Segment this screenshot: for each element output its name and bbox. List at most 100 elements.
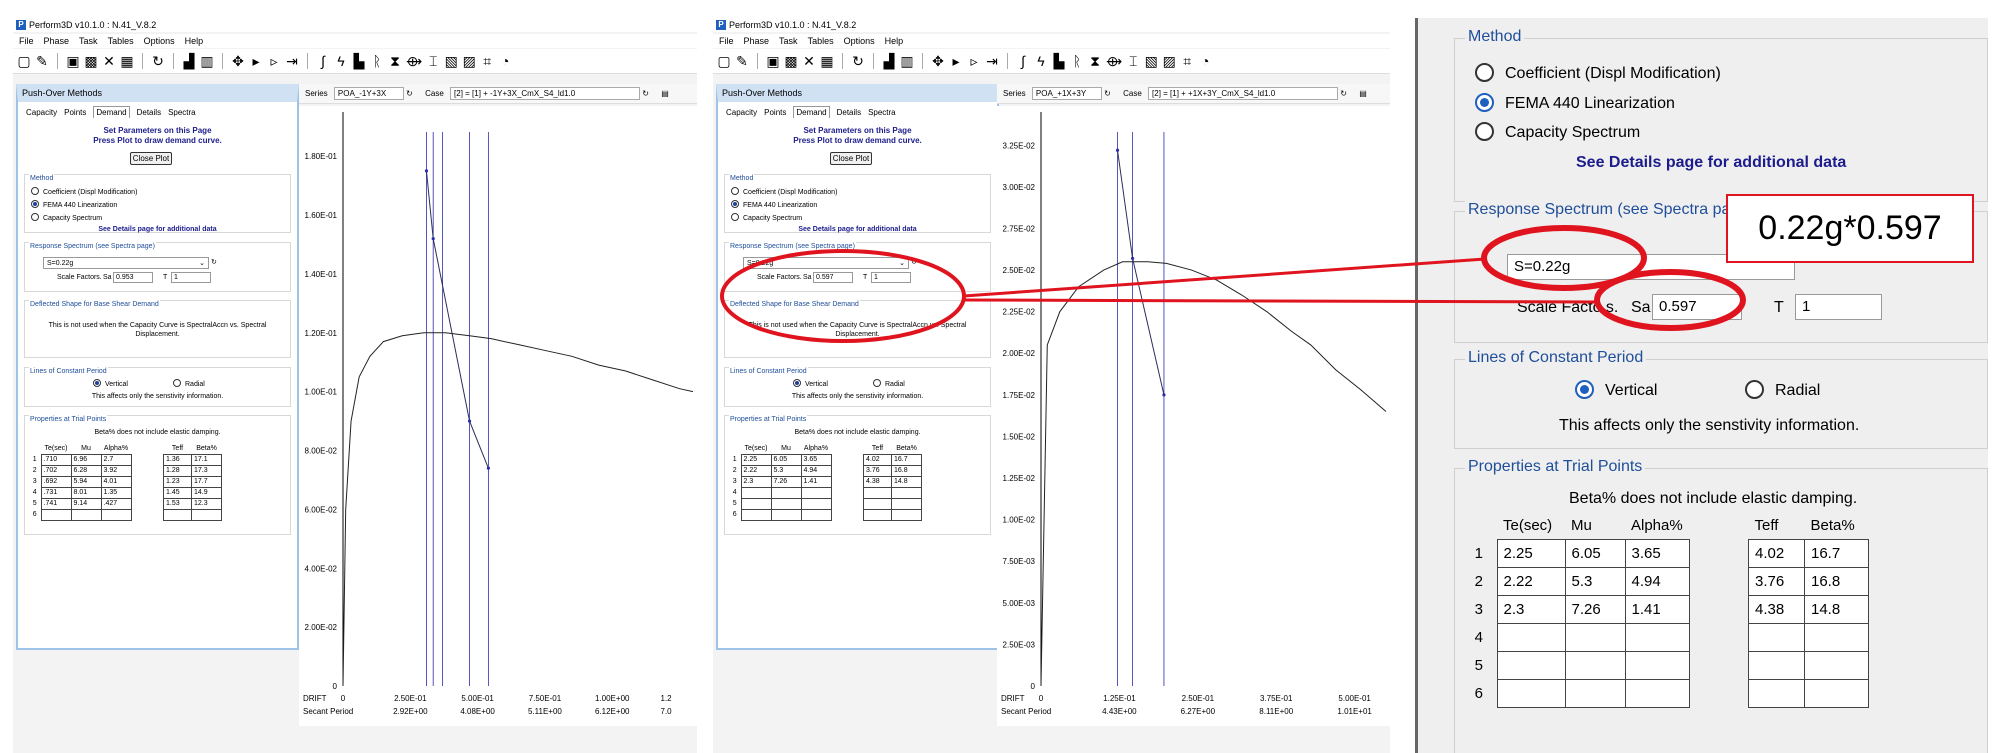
zoom-method-capacity-spectrum[interactable]: Capacity Spectrum — [1475, 122, 1640, 143]
hinge-icon[interactable]: ᚱ — [370, 51, 384, 71]
table-cell[interactable]: 17.7 — [191, 475, 222, 488]
radio-vertical[interactable] — [93, 379, 101, 387]
table-cell[interactable]: 1.36 — [163, 453, 192, 466]
table-cell[interactable]: 16.8 — [1804, 566, 1869, 596]
frame-icon[interactable]: ▥ — [900, 51, 914, 71]
clock-icon[interactable]: ◔ — [1198, 51, 1212, 71]
method-fema440[interactable]: FEMA 440 Linearization — [31, 200, 117, 210]
menu-file[interactable]: File — [19, 36, 34, 46]
table-cell[interactable] — [740, 486, 772, 499]
table-cell[interactable] — [1804, 678, 1869, 708]
series-select[interactable]: POA_+1X+3Y — [1031, 87, 1102, 101]
spectrum-select[interactable]: S=0.22g ⌄ — [43, 257, 209, 269]
table-cell[interactable]: 3.76 — [863, 464, 892, 477]
refresh-icon[interactable]: ↻ — [406, 89, 413, 98]
grid-icon[interactable]: ▦ — [820, 51, 834, 71]
zoom-radio-vertical[interactable] — [1575, 380, 1594, 399]
step-icon[interactable]: ▹ — [267, 51, 281, 71]
table-cell[interactable]: 4.94 — [1624, 566, 1690, 596]
table-cell[interactable] — [1496, 622, 1566, 652]
table-cell[interactable] — [1624, 622, 1690, 652]
close-plot-button[interactable]: Close Plot — [830, 152, 872, 165]
play-icon[interactable]: ▸ — [949, 51, 963, 71]
table-cell[interactable]: 2.25 — [1496, 538, 1566, 568]
lightning-icon[interactable]: ϟ — [1034, 51, 1048, 71]
chart-icon[interactable]: ▟ — [882, 51, 896, 71]
table-cell[interactable] — [1624, 650, 1690, 680]
new-icon[interactable]: ▢ — [17, 51, 31, 71]
refresh-icon[interactable]: ↻ — [151, 51, 165, 71]
table-cell[interactable]: 6.05 — [1564, 538, 1626, 568]
table-cell[interactable]: 3.76 — [1748, 566, 1805, 596]
zoom-radio-radial[interactable] — [1745, 380, 1764, 399]
table-cell[interactable] — [1496, 678, 1566, 708]
tab-spectra[interactable]: Spectra — [868, 108, 896, 117]
close-icon[interactable]: ✕ — [802, 51, 816, 71]
save-as-icon[interactable]: ▩ — [84, 51, 98, 71]
t-input[interactable]: 1 — [871, 272, 911, 283]
menu-tables[interactable]: Tables — [108, 36, 134, 46]
table-cell[interactable]: 5.3 — [770, 464, 802, 477]
table-cell[interactable] — [40, 508, 72, 521]
tab-capacity[interactable]: Capacity — [726, 108, 757, 117]
move-icon[interactable]: ✥ — [231, 51, 245, 71]
zoom-t-input[interactable]: 1 — [1795, 294, 1882, 320]
table-cell[interactable]: 7.26 — [770, 475, 802, 488]
zoom-line-vertical[interactable]: Vertical — [1575, 380, 1657, 401]
step-icon[interactable]: ▹ — [967, 51, 981, 71]
radio-radial[interactable] — [873, 379, 881, 387]
table-cell[interactable] — [1624, 678, 1690, 708]
table-cell[interactable] — [1748, 678, 1805, 708]
table-cell[interactable] — [800, 486, 832, 499]
grid-icon[interactable]: ▦ — [120, 51, 134, 71]
table-cell[interactable] — [191, 508, 222, 521]
zoom-radio-capacity-spectrum[interactable] — [1475, 122, 1494, 141]
frame-icon[interactable]: ▥ — [200, 51, 214, 71]
tab-details[interactable]: Details — [137, 108, 161, 117]
table-cell[interactable]: 1.53 — [163, 497, 192, 510]
radio-vertical[interactable] — [793, 379, 801, 387]
line-radial[interactable]: Radial — [173, 379, 205, 389]
spectrum-select[interactable]: S=0.22g ⌄ — [743, 257, 909, 269]
table-cell[interactable] — [800, 508, 832, 521]
menu-task[interactable]: Task — [79, 36, 98, 46]
table-cell[interactable] — [1748, 650, 1805, 680]
table-cell[interactable]: 1.28 — [163, 464, 192, 477]
table-cell[interactable] — [740, 497, 772, 510]
open-icon[interactable]: ✎ — [35, 51, 49, 71]
table-cell[interactable] — [740, 508, 772, 521]
table-cell[interactable]: 2.3 — [1496, 594, 1566, 624]
method-capacity-spectrum[interactable]: Capacity Spectrum — [731, 213, 802, 223]
menu-task[interactable]: Task — [779, 36, 798, 46]
building-icon[interactable]: ▙ — [352, 51, 366, 71]
table-cell[interactable]: 4.01 — [100, 475, 132, 488]
case-select[interactable]: [2] = [1] + +1X+3Y_CmX_S4_ld1.0 — [1148, 87, 1339, 101]
table-cell[interactable] — [1804, 650, 1869, 680]
table-cell[interactable]: 1.45 — [163, 486, 192, 499]
save-as-icon[interactable]: ▩ — [784, 51, 798, 71]
graph-icon[interactable]: ⌗ — [480, 51, 494, 71]
table-cell[interactable]: .692 — [40, 475, 72, 488]
curve-icon[interactable]: ∫ — [1016, 51, 1030, 71]
radio-capacity-spectrum[interactable] — [31, 213, 39, 221]
save-icon[interactable]: ▣ — [66, 51, 80, 71]
table-cell[interactable]: .731 — [40, 486, 72, 499]
print-icon[interactable]: ▤ — [661, 89, 669, 98]
table-cell[interactable]: 3.65 — [1624, 538, 1690, 568]
menu-tables[interactable]: Tables — [808, 36, 834, 46]
spring-icon[interactable]: ⧗ — [388, 51, 402, 71]
table-cell[interactable]: 16.7 — [891, 453, 922, 466]
case-select[interactable]: [2] = [1] + -1Y+3X_CmX_S4_ld1.0 — [450, 87, 641, 101]
menu-phase[interactable]: Phase — [744, 36, 770, 46]
open-icon[interactable]: ✎ — [735, 51, 749, 71]
table-cell[interactable]: 1.35 — [100, 486, 132, 499]
table-cell[interactable]: 1.23 — [163, 475, 192, 488]
table-cell[interactable]: 4.94 — [800, 464, 832, 477]
table-cell[interactable]: 17.3 — [191, 464, 222, 477]
save-icon[interactable]: ▣ — [766, 51, 780, 71]
zoom-radio-fema440[interactable] — [1475, 93, 1494, 112]
hinge-icon[interactable]: ᚱ — [1070, 51, 1084, 71]
graph-icon[interactable]: ⌗ — [1180, 51, 1194, 71]
shear-icon[interactable]: ⟴ — [406, 51, 422, 71]
tab-demand[interactable]: Demand — [793, 106, 830, 118]
